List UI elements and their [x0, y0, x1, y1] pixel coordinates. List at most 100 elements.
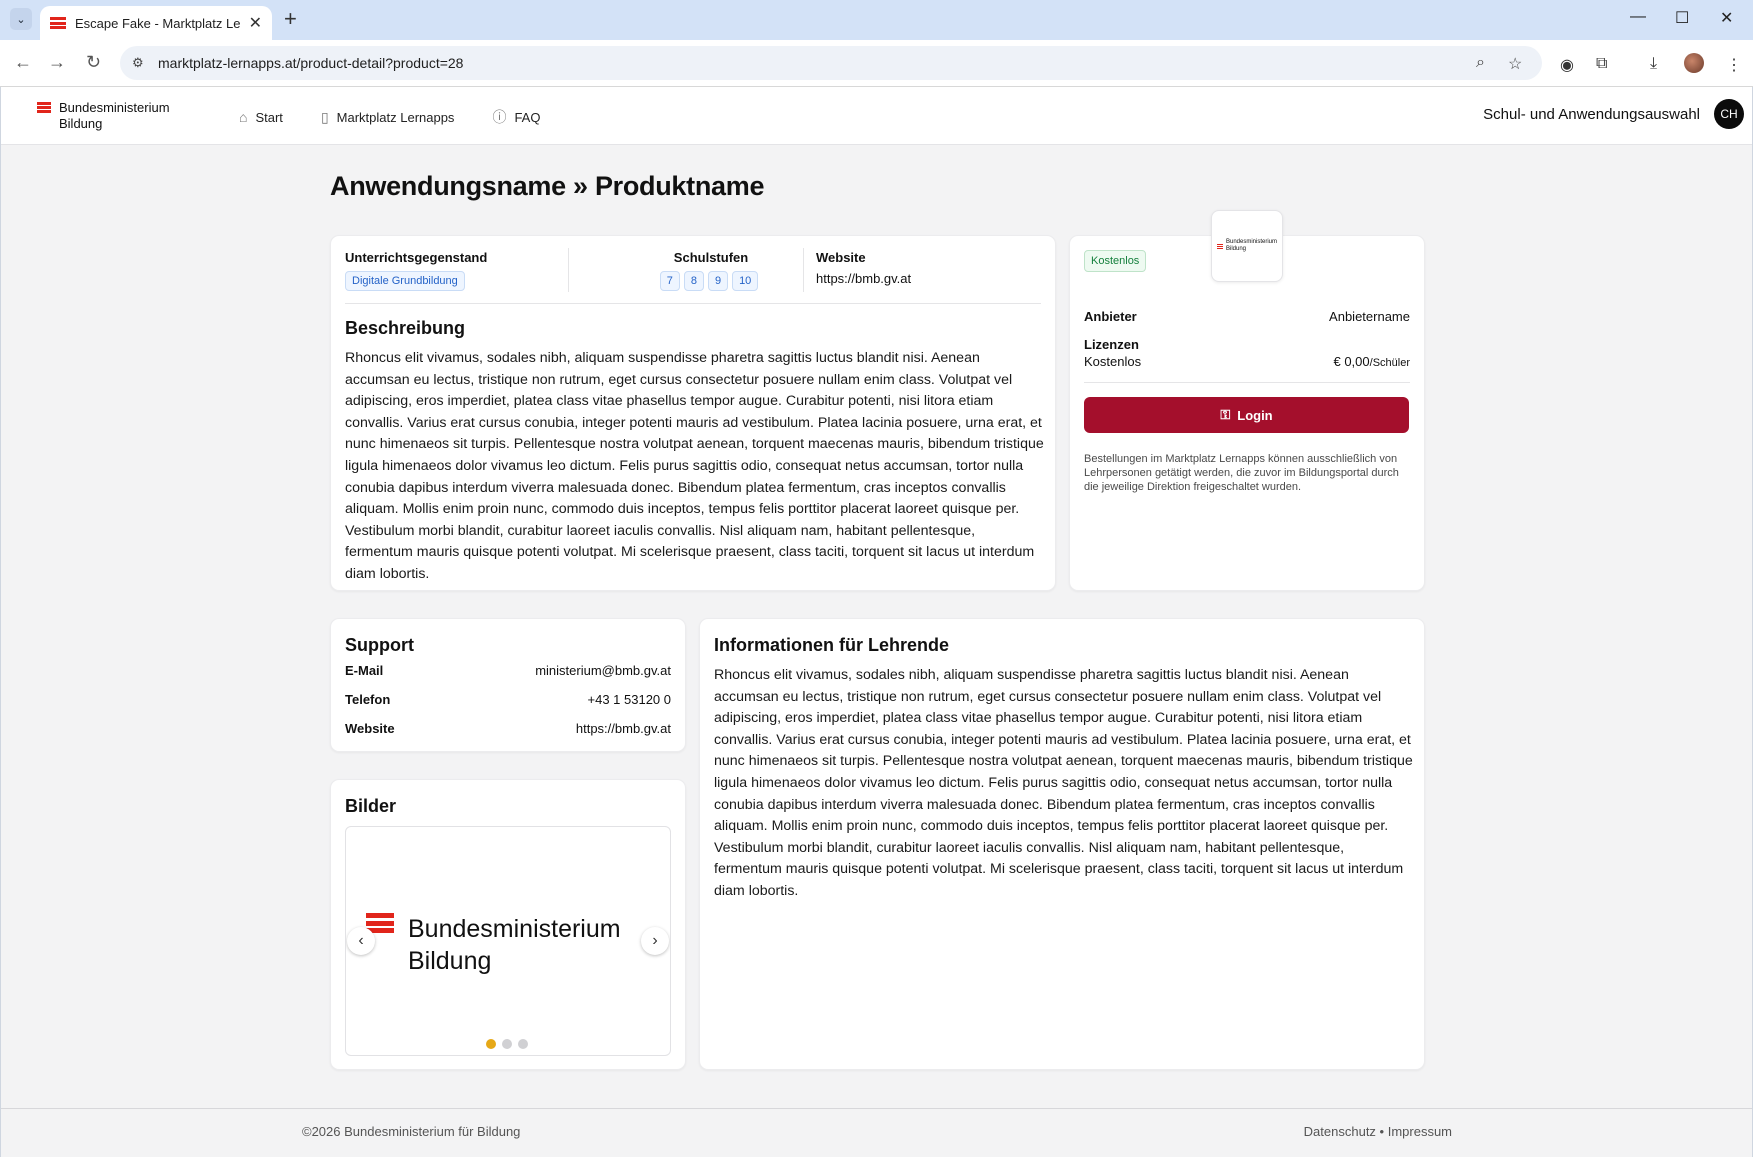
- support-phone-row: Telefon +43 1 53120 0: [345, 692, 671, 707]
- phone-icon: ▯: [320, 108, 329, 125]
- site-footer: ©2026 Bundesministerium für Bildung Date…: [1, 1108, 1752, 1157]
- password-manager-icon[interactable]: ◉: [1560, 55, 1574, 75]
- teachers-info-card: Informationen für Lehrende Rhoncus elit …: [699, 618, 1425, 1070]
- support-website-row: Website https://bmb.gv.at: [345, 721, 671, 736]
- teachers-info-text: Rhoncus elit vivamus, sodales nibh, aliq…: [714, 667, 1413, 899]
- nav-label-faq: FAQ: [514, 109, 541, 125]
- subject-label: Unterrichtsgegenstand: [345, 250, 488, 265]
- footer-copyright: ©2026 Bundesministerium für Bildung: [302, 1124, 521, 1139]
- support-website-value[interactable]: https://bmb.gv.at: [576, 721, 671, 736]
- product-details-card: Unterrichtsgegenstand Digitale Grundbild…: [330, 235, 1056, 591]
- carousel-prev-icon[interactable]: ‹: [347, 927, 375, 955]
- license-name: Kostenlos: [1084, 354, 1142, 369]
- level-chip: 7: [659, 271, 680, 291]
- minimize-icon[interactable]: —: [1630, 8, 1646, 26]
- support-email-row: E-Mail ministerium@bmb.gv.at: [345, 663, 671, 678]
- nav-item-faq[interactable]: ⓘ FAQ: [492, 107, 540, 127]
- levels-label: Schulstufen: [673, 250, 749, 265]
- carousel-dot[interactable]: [486, 1039, 496, 1049]
- website-link[interactable]: https://bmb.gv.at: [816, 271, 911, 286]
- reload-icon[interactable]: ↻: [86, 52, 101, 73]
- license-row: Kostenlos € 0,00/Schüler: [1084, 354, 1410, 369]
- key-icon: ⚿: [1220, 407, 1231, 422]
- nav-label-marktplatz: Marktplatz Lernapps: [336, 109, 455, 125]
- nav-label-start: Start: [255, 109, 283, 125]
- level-chip: 8: [683, 271, 704, 291]
- phone-value[interactable]: +43 1 53120 0: [588, 692, 672, 707]
- site-settings-icon[interactable]: ⚙: [132, 55, 150, 71]
- provider-label: Anbieter: [1084, 309, 1137, 324]
- subject-chip: Digitale Grundbildung: [345, 271, 465, 291]
- levels-field: Schulstufen 7 8 9 10: [621, 250, 801, 291]
- provider-row: Anbieter Anbietername: [1084, 309, 1410, 324]
- page: Bundesministerium Bildung ⌂ Start ▯ Mark…: [0, 87, 1753, 1157]
- user-avatar[interactable]: CH: [1714, 99, 1744, 129]
- login-button[interactable]: ⚿ Login: [1084, 397, 1409, 433]
- email-label: E-Mail: [345, 663, 384, 678]
- browser-toolbar: ← → ↻ ⚙ marktplatz-lernapps.at/product-d…: [0, 40, 1753, 87]
- slide-logo-line1: Bundesministerium: [408, 915, 621, 943]
- level-chip: 9: [707, 271, 729, 291]
- images-card: Bilder Bundesministerium Bildung ‹ ›: [330, 779, 686, 1070]
- school-select-link[interactable]: Schul- und Anwendungsauswahl: [1483, 106, 1700, 123]
- price-badge: Kostenlos: [1084, 250, 1147, 272]
- extensions-icon[interactable]: ⧉: [1596, 55, 1607, 73]
- support-title: Support: [345, 635, 414, 655]
- browser-tabbar: ⌄ Escape Fake - Marktplatz Lernap ✕ + — …: [0, 0, 1753, 40]
- tab-list-chevron-icon[interactable]: ⌄: [10, 8, 32, 30]
- ministry-logo[interactable]: Bundesministerium Bildung: [37, 100, 170, 132]
- address-bar[interactable]: ⚙ marktplatz-lernapps.at/product-detail?…: [120, 46, 1542, 80]
- carousel-dot[interactable]: [502, 1039, 512, 1049]
- carousel-slide-image: Bundesministerium Bildung: [366, 913, 621, 977]
- help-icon: ⓘ: [492, 109, 507, 125]
- images-title: Bilder: [345, 796, 397, 816]
- license-price: € 0,00: [1333, 354, 1370, 369]
- download-icon[interactable]: ⤓: [1650, 55, 1657, 73]
- support-card: Support E-Mail ministerium@bmb.gv.at Tel…: [330, 618, 686, 752]
- url-text[interactable]: marktplatz-lernapps.at/product-detail?pr…: [158, 55, 463, 71]
- phone-label: Telefon: [345, 692, 391, 707]
- licenses-heading-row: Lizenzen: [1084, 337, 1410, 352]
- browser-profile-avatar[interactable]: [1684, 53, 1704, 73]
- order-note: Bestellungen im Marktplatz Lernapps könn…: [1084, 453, 1399, 493]
- austria-flag-icon: [1216, 243, 1223, 249]
- logo-line2: Bildung: [59, 116, 103, 131]
- austria-flag-icon: [37, 102, 51, 113]
- zoom-icon[interactable]: ⌕: [1476, 54, 1485, 72]
- login-button-label: Login: [1237, 407, 1273, 423]
- provider-value: Anbietername: [1329, 309, 1410, 324]
- favicon-flag-icon: [50, 17, 66, 29]
- order-card: Kostenlos Bundesministerium Bildung Anbie…: [1069, 210, 1425, 591]
- browser-menu-icon[interactable]: ⋮: [1726, 55, 1742, 75]
- carousel-next-icon[interactable]: ›: [641, 927, 669, 955]
- nav-item-marktplatz[interactable]: ▯ Marktplatz Lernapps: [321, 107, 455, 127]
- slide-logo-line2: Bildung: [408, 947, 492, 975]
- carousel-dot[interactable]: [518, 1039, 528, 1049]
- main-nav: ⌂ Start ▯ Marktplatz Lernapps ⓘ FAQ: [239, 107, 540, 127]
- subject-field: Unterrichtsgegenstand Digitale Grundbild…: [345, 250, 487, 291]
- support-website-label: Website: [345, 721, 395, 736]
- email-value[interactable]: ministerium@bmb.gv.at: [535, 663, 671, 678]
- site-header: Bundesministerium Bildung ⌂ Start ▯ Mark…: [1, 87, 1752, 145]
- browser-tab[interactable]: Escape Fake - Marktplatz Lernap ✕: [40, 6, 272, 40]
- tab-title: Escape Fake - Marktplatz Lernap: [75, 15, 240, 31]
- bookmark-star-icon[interactable]: ☆: [1508, 54, 1522, 74]
- back-arrow-icon[interactable]: ←: [14, 52, 32, 73]
- product-logo-line2: Bildung: [1225, 246, 1246, 252]
- description-text: Rhoncus elit vivamus, sodales nibh, aliq…: [345, 350, 1044, 582]
- product-logo: Bundesministerium Bildung: [1211, 210, 1283, 282]
- license-unit: /Schüler: [1369, 357, 1410, 369]
- maximize-icon[interactable]: ☐: [1675, 8, 1689, 28]
- home-icon: ⌂: [239, 109, 248, 125]
- carousel-dots: [486, 1039, 528, 1049]
- window-close-icon[interactable]: ✕: [1720, 8, 1733, 28]
- nav-item-start[interactable]: ⌂ Start: [239, 107, 283, 127]
- new-tab-plus-icon[interactable]: +: [284, 6, 297, 32]
- forward-arrow-icon[interactable]: →: [48, 52, 66, 73]
- image-carousel[interactable]: Bundesministerium Bildung ‹ ›: [345, 826, 671, 1056]
- page-title: Anwendungsname » Produktname: [330, 171, 765, 201]
- level-chip: 10: [732, 271, 759, 291]
- tab-close-icon[interactable]: ✕: [249, 13, 262, 33]
- footer-links[interactable]: Datenschutz • Impressum: [1304, 1124, 1452, 1139]
- product-logo-line1: Bundesministerium: [1225, 239, 1278, 245]
